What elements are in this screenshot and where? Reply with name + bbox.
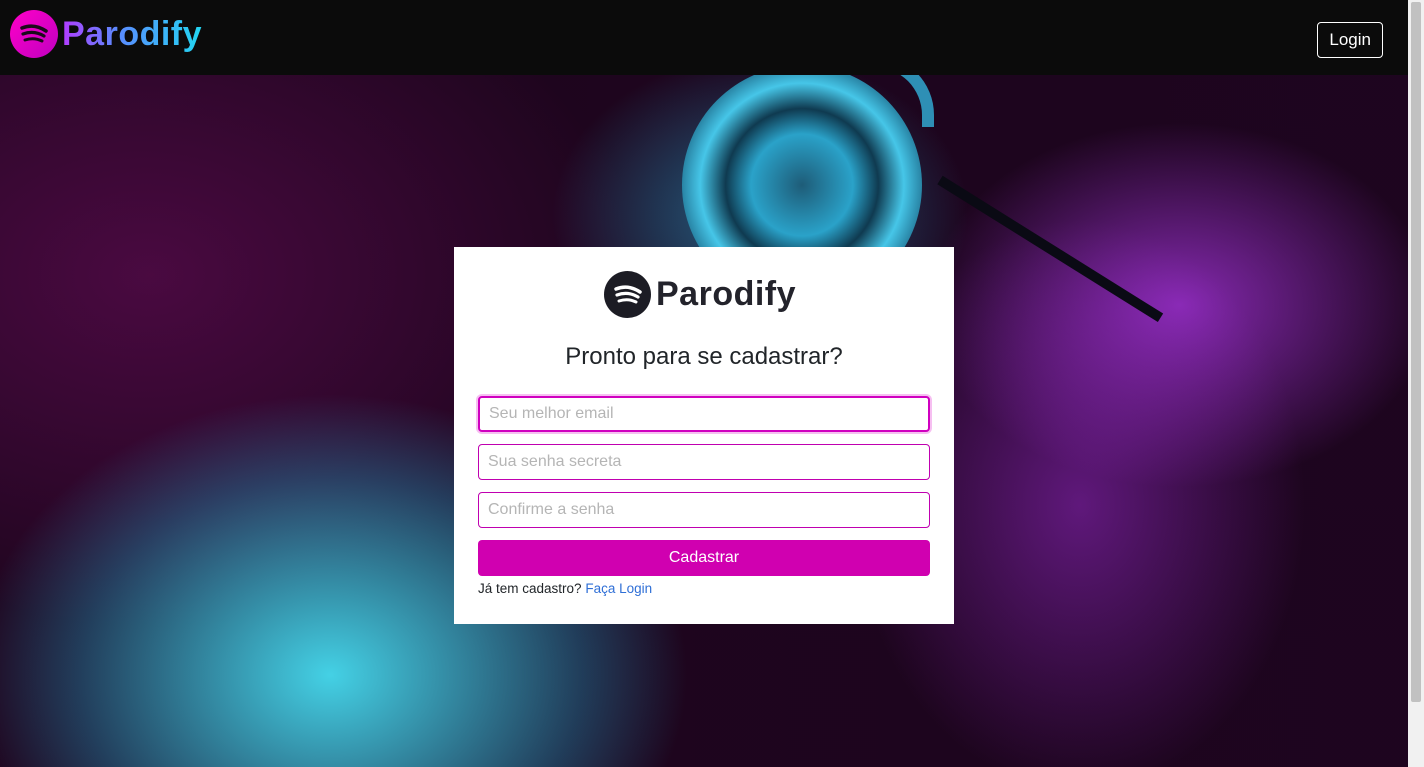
sound-waves-icon	[10, 10, 58, 58]
email-field[interactable]	[478, 396, 930, 432]
login-prompt-text: Já tem cadastro?	[478, 581, 582, 596]
brand-name: Parodify	[62, 14, 203, 53]
brand-home-link[interactable]: Parodify	[10, 10, 202, 58]
confirm-password-field[interactable]	[478, 492, 930, 528]
card-brand-name: Parodify	[656, 275, 797, 313]
scrollbar-thumb[interactable]	[1411, 2, 1421, 702]
login-button[interactable]: Login	[1317, 22, 1383, 58]
top-navbar: Parodify Login	[0, 0, 1408, 75]
login-link[interactable]: Faça Login	[585, 581, 652, 596]
signup-card: Parodify Pronto para se cadastrar? Cadas…	[454, 247, 954, 624]
signup-title: Pronto para se cadastrar?	[565, 343, 843, 370]
sound-waves-icon	[604, 271, 651, 318]
card-brand: Parodify	[604, 271, 796, 318]
page: Parodify Login Parodify Pronto para se c…	[0, 0, 1424, 767]
signup-button[interactable]: Cadastrar	[478, 540, 930, 576]
glasses-graphic	[937, 175, 1164, 323]
page-scrollbar[interactable]	[1408, 0, 1424, 767]
password-field[interactable]	[478, 444, 930, 480]
login-prompt: Já tem cadastro? Faça Login	[478, 581, 652, 596]
